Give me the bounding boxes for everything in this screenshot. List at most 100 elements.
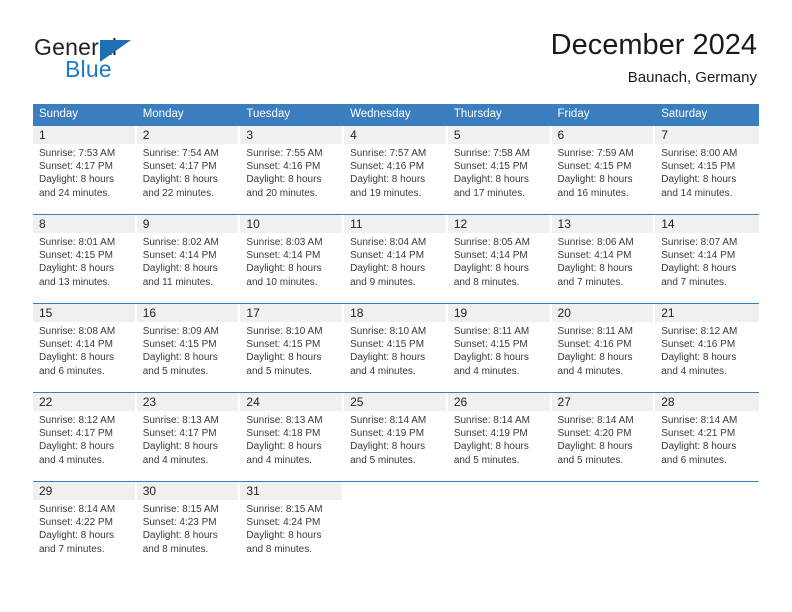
day-number[interactable]: 23 — [136, 393, 241, 411]
day-number[interactable]: 15 — [33, 304, 137, 322]
sunrise-text: Sunrise: 8:14 AM — [661, 415, 738, 426]
day-number[interactable]: 11 — [344, 215, 448, 233]
day-number[interactable]: 29 — [33, 482, 137, 500]
day-number[interactable]: 3 — [240, 126, 345, 144]
day-cell[interactable]: Sunrise: 8:12 AM Sunset: 4:16 PM Dayligh… — [655, 322, 759, 392]
day-number[interactable]: 17 — [240, 304, 345, 322]
daylight-text-line2: and 5 minutes. — [453, 454, 520, 466]
day-cell[interactable]: Sunrise: 7:53 AM Sunset: 4:17 PM Dayligh… — [33, 144, 137, 214]
day-number[interactable]: 24 — [240, 393, 345, 411]
day-number[interactable]: 20 — [551, 304, 656, 322]
day-number[interactable]: 14 — [655, 215, 759, 233]
weekday-header-friday: Friday — [557, 108, 590, 120]
day-cell[interactable]: Sunrise: 7:59 AM Sunset: 4:15 PM Dayligh… — [552, 144, 656, 214]
day-number[interactable]: 26 — [447, 393, 552, 411]
sunset-text: Sunset: 4:15 PM — [557, 161, 632, 173]
day-number[interactable]: 13 — [551, 215, 656, 233]
sunset-text: Sunset: 4:18 PM — [246, 428, 321, 440]
sunset-text: Sunset: 4:14 PM — [142, 250, 217, 262]
daylight-text-line2: and 8 minutes. — [453, 276, 520, 288]
sunset-text: Sunset: 4:16 PM — [557, 339, 632, 351]
day-cell[interactable]: Sunrise: 8:04 AM Sunset: 4:14 PM Dayligh… — [344, 233, 448, 303]
sunset-text: Sunset: 4:17 PM — [39, 428, 113, 440]
daylight-text-line2: and 14 minutes. — [661, 187, 733, 199]
sunset-text: Sunset: 4:23 PM — [142, 517, 217, 529]
day-cell[interactable]: Sunrise: 8:11 AM Sunset: 4:16 PM Dayligh… — [552, 322, 656, 392]
day-number[interactable]: 8 — [33, 215, 137, 233]
day-cell[interactable]: Sunrise: 8:12 AM Sunset: 4:17 PM Dayligh… — [33, 411, 137, 481]
day-number[interactable]: 16 — [136, 304, 241, 322]
sunset-text: Sunset: 4:14 PM — [661, 250, 736, 262]
day-cell[interactable]: Sunrise: 8:14 AM Sunset: 4:19 PM Dayligh… — [344, 411, 448, 481]
daylight-text-line1: Daylight: 8 hours — [453, 174, 529, 186]
day-number[interactable]: 30 — [136, 482, 241, 500]
day-number[interactable]: 28 — [655, 393, 759, 411]
week-row: 22 23 24 25 26 27 28 Sunrise: 8:12 AM Su… — [33, 392, 759, 481]
day-number[interactable]: 12 — [447, 215, 552, 233]
day-cell[interactable]: Sunrise: 8:10 AM Sunset: 4:15 PM Dayligh… — [240, 322, 344, 392]
daylight-text-line1: Daylight: 8 hours — [142, 530, 218, 542]
day-cell[interactable]: Sunrise: 8:10 AM Sunset: 4:15 PM Dayligh… — [344, 322, 448, 392]
day-cell[interactable]: Sunrise: 8:13 AM Sunset: 4:17 PM Dayligh… — [137, 411, 241, 481]
day-cell[interactable]: Sunrise: 8:00 AM Sunset: 4:15 PM Dayligh… — [655, 144, 759, 214]
daylight-text-line1: Daylight: 8 hours — [142, 441, 218, 453]
day-cell[interactable]: Sunrise: 8:09 AM Sunset: 4:15 PM Dayligh… — [137, 322, 241, 392]
day-number[interactable]: 10 — [240, 215, 345, 233]
daylight-text-line1: Daylight: 8 hours — [661, 352, 737, 364]
day-cell[interactable]: Sunrise: 8:02 AM Sunset: 4:14 PM Dayligh… — [137, 233, 241, 303]
day-cell[interactable]: Sunrise: 7:57 AM Sunset: 4:16 PM Dayligh… — [344, 144, 448, 214]
daylight-text-line2: and 9 minutes. — [350, 276, 416, 288]
day-cell-empty — [344, 500, 448, 570]
weekday-header-wednesday: Wednesday — [350, 108, 411, 120]
day-cell[interactable]: Sunrise: 8:11 AM Sunset: 4:15 PM Dayligh… — [448, 322, 552, 392]
day-cell[interactable]: Sunrise: 8:14 AM Sunset: 4:19 PM Dayligh… — [448, 411, 552, 481]
day-cell[interactable]: Sunrise: 7:55 AM Sunset: 4:16 PM Dayligh… — [240, 144, 344, 214]
brand-logo[interactable]: General Blue — [34, 36, 244, 92]
day-cell[interactable]: Sunrise: 8:01 AM Sunset: 4:15 PM Dayligh… — [33, 233, 137, 303]
day-cell[interactable]: Sunrise: 8:13 AM Sunset: 4:18 PM Dayligh… — [240, 411, 344, 481]
sunset-text: Sunset: 4:15 PM — [453, 339, 528, 351]
day-cell[interactable]: Sunrise: 8:14 AM Sunset: 4:21 PM Dayligh… — [655, 411, 759, 481]
daylight-text-line1: Daylight: 8 hours — [39, 530, 115, 542]
day-cell[interactable]: Sunrise: 8:07 AM Sunset: 4:14 PM Dayligh… — [655, 233, 759, 303]
day-cell[interactable]: Sunrise: 8:05 AM Sunset: 4:14 PM Dayligh… — [448, 233, 552, 303]
day-number[interactable]: 27 — [551, 393, 656, 411]
week-daynumber-strip: 8 9 10 11 12 13 14 — [33, 215, 759, 233]
daylight-text-line1: Daylight: 8 hours — [142, 174, 218, 186]
day-cell[interactable]: Sunrise: 7:58 AM Sunset: 4:15 PM Dayligh… — [448, 144, 552, 214]
sunset-text: Sunset: 4:17 PM — [142, 428, 217, 440]
daylight-text-line1: Daylight: 8 hours — [350, 263, 426, 275]
day-number[interactable]: 5 — [447, 126, 552, 144]
day-cell[interactable]: Sunrise: 8:15 AM Sunset: 4:24 PM Dayligh… — [240, 500, 344, 570]
day-number[interactable]: 7 — [655, 126, 759, 144]
calendar-page: General Blue December 2024 Baunach, Germ… — [0, 0, 792, 612]
sunrise-text: Sunrise: 8:12 AM — [661, 326, 738, 337]
sunrise-text: Sunrise: 8:15 AM — [246, 504, 323, 515]
sunset-text: Sunset: 4:14 PM — [453, 250, 528, 262]
day-number[interactable]: 21 — [655, 304, 759, 322]
day-cell[interactable]: Sunrise: 8:14 AM Sunset: 4:22 PM Dayligh… — [33, 500, 137, 570]
sunset-text: Sunset: 4:22 PM — [39, 517, 113, 529]
sunrise-text: Sunrise: 7:54 AM — [142, 148, 219, 159]
day-cell[interactable]: Sunrise: 8:15 AM Sunset: 4:23 PM Dayligh… — [137, 500, 241, 570]
daylight-text-line1: Daylight: 8 hours — [39, 441, 115, 453]
day-number[interactable]: 22 — [33, 393, 137, 411]
day-number[interactable]: 19 — [447, 304, 552, 322]
day-cell[interactable]: Sunrise: 8:14 AM Sunset: 4:20 PM Dayligh… — [552, 411, 656, 481]
day-number[interactable]: 31 — [240, 482, 345, 500]
sunset-text: Sunset: 4:19 PM — [350, 428, 425, 440]
day-number[interactable]: 6 — [551, 126, 656, 144]
day-cell[interactable]: Sunrise: 7:54 AM Sunset: 4:17 PM Dayligh… — [137, 144, 241, 214]
day-number[interactable]: 2 — [136, 126, 241, 144]
day-number[interactable]: 25 — [344, 393, 448, 411]
day-cell[interactable]: Sunrise: 8:08 AM Sunset: 4:14 PM Dayligh… — [33, 322, 137, 392]
day-number[interactable]: 4 — [344, 126, 448, 144]
day-number[interactable]: 18 — [344, 304, 448, 322]
weekday-header-monday: Monday — [142, 108, 184, 120]
day-number[interactable]: 9 — [136, 215, 241, 233]
day-cell[interactable]: Sunrise: 8:03 AM Sunset: 4:14 PM Dayligh… — [240, 233, 344, 303]
day-number[interactable]: 1 — [33, 126, 137, 144]
day-cell[interactable]: Sunrise: 8:06 AM Sunset: 4:14 PM Dayligh… — [552, 233, 656, 303]
sunrise-text: Sunrise: 8:15 AM — [142, 504, 219, 515]
sunrise-text: Sunrise: 8:05 AM — [453, 237, 530, 248]
